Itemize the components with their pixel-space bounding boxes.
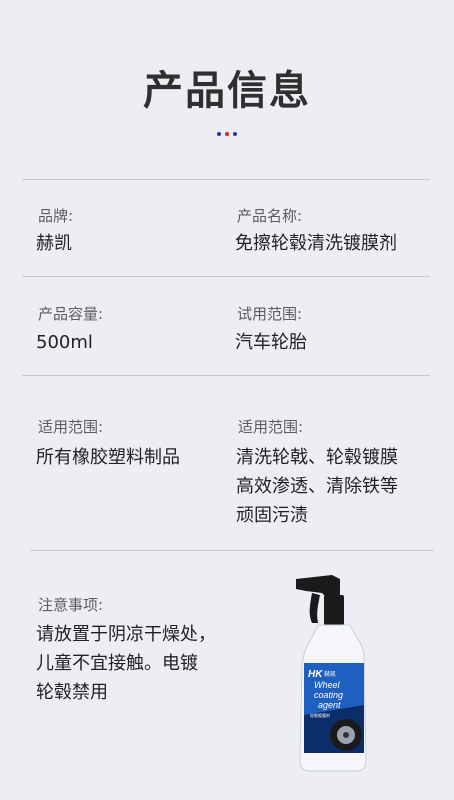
bottle-label-sub: 轮毂镀膜剂: [310, 712, 330, 718]
title-decoration-dots: [0, 132, 454, 136]
applicable-scope-value: 所有橡胶塑料制品: [36, 447, 180, 468]
notes-label: 注意事项:: [38, 596, 104, 614]
applicable-scope-right-line: 高效渗透、清除铁等: [236, 476, 398, 497]
divider: [22, 276, 430, 277]
divider: [30, 550, 434, 551]
bottle-label-line: Wheel: [314, 680, 341, 690]
notes-line: 儿童不宜接触。电镀: [36, 653, 198, 674]
product-name-label: 产品名称:: [237, 207, 303, 225]
trial-scope-value: 汽车轮胎: [235, 332, 307, 353]
capacity-value: 500ml: [36, 332, 93, 353]
bottle-label-line: coating: [314, 690, 343, 700]
brand-value: 赫凯: [36, 233, 72, 254]
page-title: 产品信息: [143, 68, 311, 114]
decoration-dot: [233, 132, 237, 136]
bottle-brand-mark: HK: [308, 669, 323, 680]
notes-line: 请放置于阴凉干燥处，: [36, 624, 216, 645]
trial-scope-label: 试用范围:: [237, 305, 303, 323]
applicable-scope-label: 适用范围:: [38, 418, 104, 436]
applicable-scope-right-line: 顽固污渍: [236, 505, 308, 526]
capacity-label: 产品容量:: [38, 305, 104, 323]
notes-line: 轮毂禁用: [36, 682, 108, 703]
brand-label: 品牌:: [38, 207, 74, 225]
product-bottle-image: HK 赫凯 Wheel coating agent 轮毂镀膜剂: [288, 565, 388, 773]
applicable-scope-right-line: 清洗轮戟、轮毂镀膜: [236, 447, 398, 468]
bottle-label-line: agent: [318, 700, 341, 710]
divider: [22, 375, 430, 376]
divider: [22, 179, 430, 180]
product-name-value: 免擦轮毂清洗镀膜剂: [235, 233, 397, 254]
decoration-dot: [225, 132, 229, 136]
bottle-brand-cn: 赫凯: [324, 670, 336, 678]
applicable-scope-right-label: 适用范围:: [238, 418, 304, 436]
decoration-dot: [217, 132, 221, 136]
